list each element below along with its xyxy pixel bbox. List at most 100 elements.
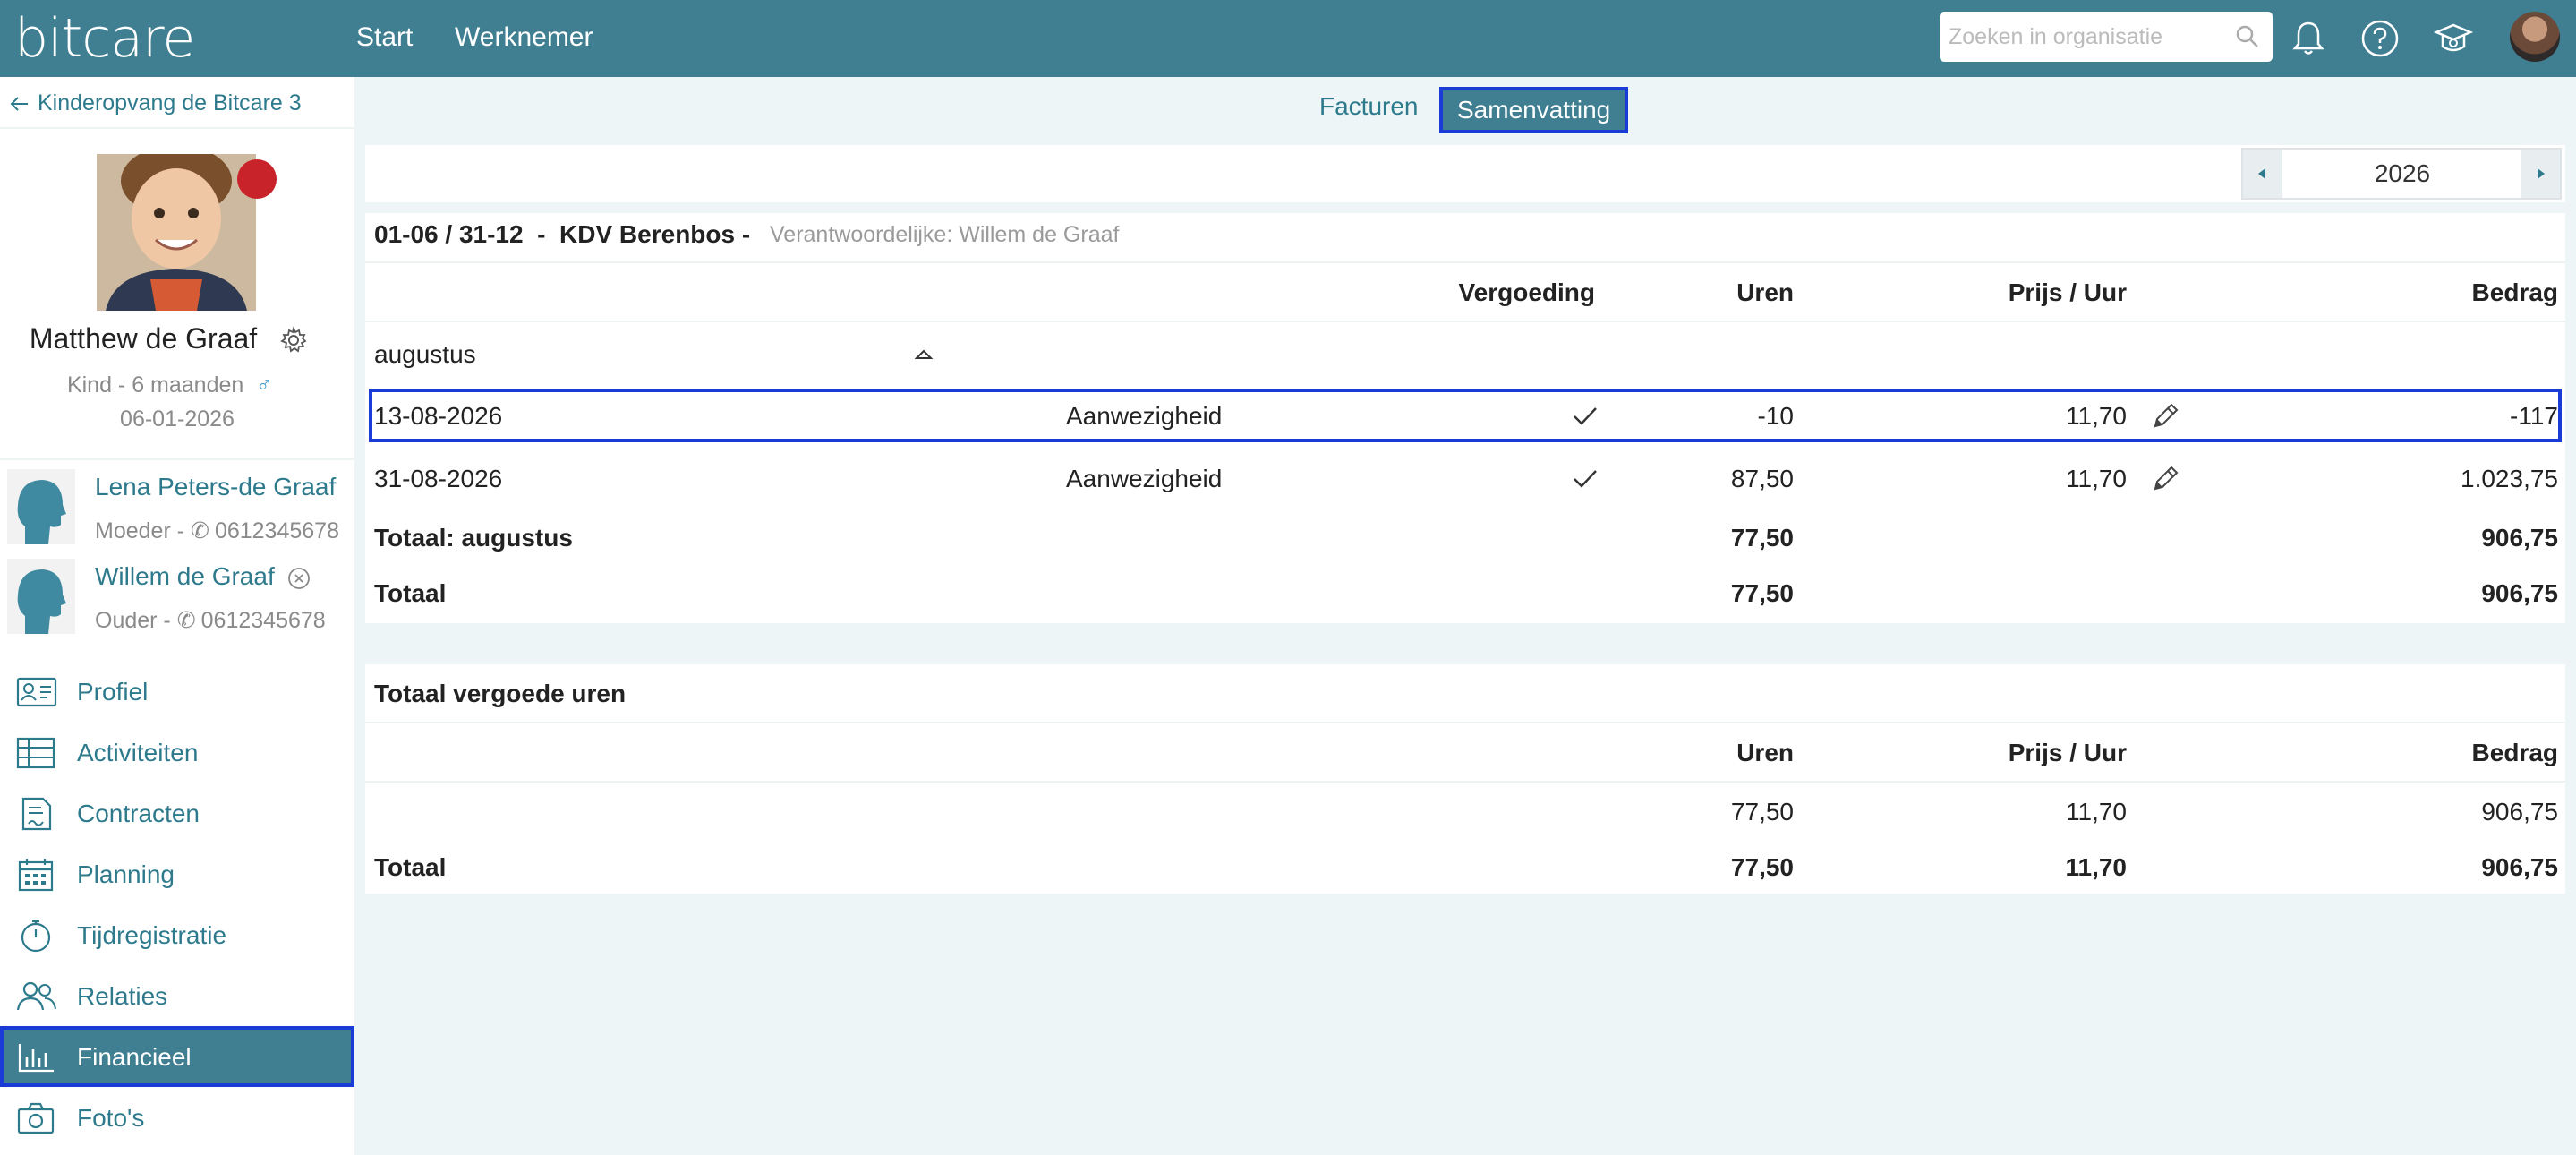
graduation-icon[interactable] bbox=[2433, 18, 2474, 59]
search-box bbox=[1940, 12, 2273, 62]
divider bbox=[0, 127, 354, 129]
vergoede-uren-panel bbox=[365, 664, 2565, 894]
row-date: 31-08-2026 bbox=[374, 465, 503, 492]
sidebar-item-label: Financieel bbox=[77, 1043, 192, 1071]
bitcare-logo[interactable]: bitcare bbox=[14, 7, 195, 70]
vergoed-header-uren: Uren bbox=[1736, 739, 1794, 766]
row-type: Aanwezigheid bbox=[1066, 402, 1223, 430]
sidebar-item-label: Tijdregistratie bbox=[77, 921, 227, 949]
total-label: Totaal bbox=[374, 579, 447, 607]
contract-location: KDV Berenbos - bbox=[559, 220, 751, 248]
year-value: 2026 bbox=[2374, 159, 2431, 187]
child-name: Matthew de Graaf bbox=[29, 322, 258, 355]
relation-phone[interactable]: 0612345678 bbox=[201, 608, 326, 633]
child-age: Kind - 6 maanden bbox=[66, 372, 244, 398]
sidebar-item-label: Foto's bbox=[77, 1104, 145, 1132]
sidebar-item-planning[interactable]: Planning bbox=[0, 843, 354, 904]
header-prijs: Prijs / Uur bbox=[2008, 278, 2127, 306]
vergoed-total-bedrag: 906,75 bbox=[2481, 853, 2558, 881]
row-bedrag: -117 bbox=[2510, 402, 2558, 430]
header-vergoeding: Vergoeding bbox=[1458, 278, 1595, 306]
contract-period-dates: 01-06 / 31-12 bbox=[374, 220, 524, 248]
gear-icon[interactable] bbox=[279, 326, 308, 355]
tab-facturen[interactable]: Facturen bbox=[1319, 87, 1419, 133]
nav-start[interactable]: Start bbox=[356, 20, 413, 56]
camera-icon bbox=[17, 1102, 55, 1134]
row-prijs: 11,70 bbox=[2066, 465, 2127, 492]
pencil-icon[interactable] bbox=[2150, 401, 2180, 432]
row-bedrag: 1.023,75 bbox=[2461, 465, 2558, 492]
relation-phone[interactable]: 0612345678 bbox=[215, 518, 339, 543]
bar-chart-icon bbox=[18, 1044, 54, 1073]
status-indicator bbox=[237, 159, 277, 199]
user-avatar[interactable] bbox=[2510, 12, 2560, 62]
month-group-label[interactable]: augustus bbox=[374, 339, 476, 370]
year-picker: 2026 bbox=[2241, 148, 2562, 200]
nav-werknemer[interactable]: Werknemer bbox=[455, 20, 593, 56]
divider bbox=[365, 261, 2565, 263]
collapse-icon[interactable] bbox=[913, 346, 934, 364]
sidebar-item-label: Activiteiten bbox=[77, 739, 199, 766]
phone-icon: ✆ bbox=[190, 518, 209, 543]
sidebar-item-activiteiten[interactable]: Activiteiten bbox=[0, 722, 354, 783]
relation-name[interactable]: Lena Peters-de Graaf bbox=[95, 473, 336, 501]
divider bbox=[0, 458, 354, 460]
total-bedrag: 906,75 bbox=[2481, 579, 2558, 607]
contract-responsible: Verantwoordelijke: Willem de Graaf bbox=[770, 222, 1120, 247]
check-icon bbox=[1574, 470, 1597, 488]
vergoed-header-prijs: Prijs / Uur bbox=[2008, 739, 2127, 766]
vergoed-total-label: Totaal bbox=[374, 853, 447, 881]
male-icon: ♂ bbox=[256, 372, 274, 398]
top-bar: bitcare Start Werknemer bbox=[0, 0, 2576, 77]
sidebar-item-profiel[interactable]: Profiel bbox=[0, 661, 354, 722]
contract-icon bbox=[21, 797, 52, 831]
child-info: Kind - 6 maanden ♂ bbox=[0, 372, 347, 398]
table-icon bbox=[16, 737, 55, 769]
sidebar-item-label: Planning bbox=[77, 860, 175, 888]
header-uren: Uren bbox=[1736, 278, 1794, 306]
row-prijs: 11,70 bbox=[2066, 402, 2127, 430]
search-icon[interactable] bbox=[2235, 24, 2260, 49]
subtotal-bedrag: 906,75 bbox=[2481, 524, 2558, 552]
relation-role: Moeder - bbox=[95, 518, 191, 543]
sidebar: Kinderopvang de Bitcare 3 Matthew de Gra… bbox=[0, 77, 354, 1155]
vergoed-total-prijs: 11,70 bbox=[2065, 853, 2127, 881]
sidebar-item-financieel[interactable]: Financieel bbox=[0, 1026, 354, 1087]
relation-name-label[interactable]: Willem de Graaf bbox=[95, 562, 275, 590]
relation-info: Moeder - ✆ 0612345678 bbox=[95, 518, 339, 544]
table-row-selected[interactable] bbox=[369, 389, 2562, 442]
vergoed-uren: 77,50 bbox=[1730, 798, 1794, 826]
next-year-button[interactable] bbox=[2521, 150, 2560, 198]
year-bar bbox=[365, 145, 2565, 202]
row-type: Aanwezigheid bbox=[1066, 465, 1223, 492]
bell-icon[interactable] bbox=[2288, 18, 2329, 59]
sidebar-item-relaties[interactable]: Relaties bbox=[0, 965, 354, 1026]
help-icon[interactable] bbox=[2359, 18, 2401, 59]
close-circle-icon[interactable] bbox=[287, 567, 311, 590]
vergoed-total-uren: 77,50 bbox=[1730, 853, 1794, 881]
back-link[interactable]: Kinderopvang de Bitcare 3 bbox=[9, 90, 302, 116]
row-date: 13-08-2026 bbox=[374, 402, 503, 430]
sidebar-item-contracten[interactable]: Contracten bbox=[0, 783, 354, 843]
tab-samenvatting[interactable]: Samenvatting bbox=[1439, 87, 1629, 133]
divider bbox=[365, 781, 2565, 783]
profile-card-icon bbox=[16, 677, 57, 707]
child-birthdate: 06-01-2026 bbox=[120, 406, 235, 432]
arrow-left-icon bbox=[10, 97, 28, 112]
search-input[interactable] bbox=[1949, 12, 2217, 62]
pencil-icon[interactable] bbox=[2150, 464, 2180, 494]
vergoed-bedrag: 906,75 bbox=[2481, 798, 2558, 826]
row-uren: 87,50 bbox=[1730, 465, 1794, 492]
header-bedrag: Bedrag bbox=[2471, 278, 2558, 306]
sidebar-item-label: Contracten bbox=[77, 800, 200, 827]
calendar-icon bbox=[18, 859, 54, 892]
sidebar-item-fotos[interactable]: Foto's bbox=[0, 1087, 354, 1148]
divider bbox=[365, 722, 2565, 723]
sidebar-item-tijdregistratie[interactable]: Tijdregistratie bbox=[0, 904, 354, 965]
parent-avatar bbox=[7, 559, 75, 634]
stopwatch-icon bbox=[21, 920, 51, 953]
subtotal-uren: 77,50 bbox=[1730, 524, 1794, 552]
prev-year-button[interactable] bbox=[2243, 150, 2282, 198]
relation-role: Ouder - bbox=[95, 608, 177, 633]
caret-right-icon bbox=[2538, 168, 2545, 179]
